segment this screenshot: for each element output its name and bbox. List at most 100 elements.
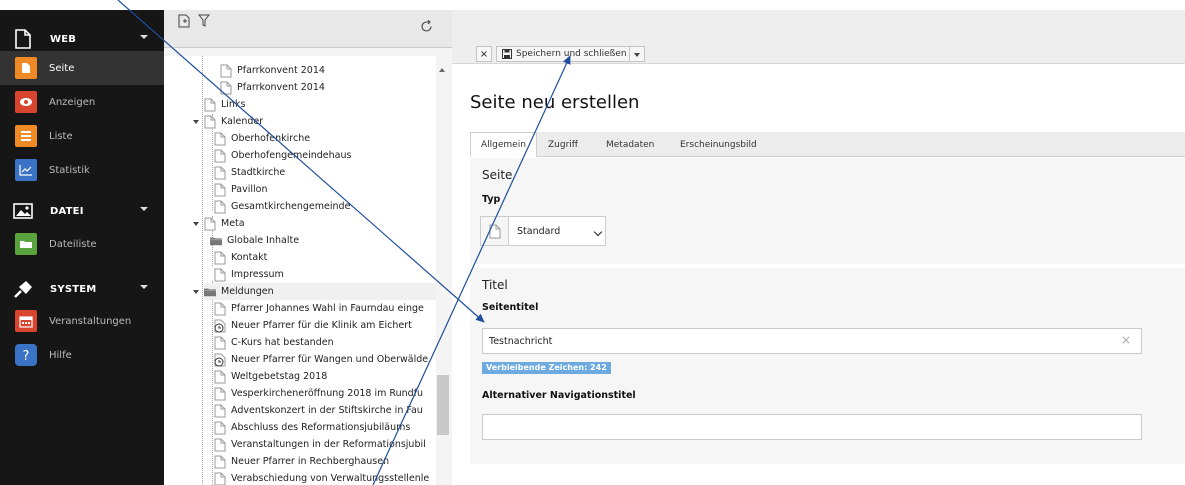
scheduled-page-icon [214, 319, 226, 332]
typ-label: Typ [482, 194, 501, 205]
page-icon [214, 166, 226, 179]
seitentitel-label: Seitentitel [482, 302, 539, 313]
filter-icon[interactable] [196, 13, 211, 28]
tree-node[interactable]: Links [204, 96, 245, 113]
eye-icon [15, 91, 37, 113]
page-icon [214, 251, 226, 264]
page-icon [214, 149, 226, 162]
tree-expand-toggle[interactable] [193, 222, 199, 226]
calendar-icon [15, 310, 37, 332]
page-icon [204, 98, 216, 111]
module-item-liste[interactable]: Liste [0, 119, 164, 153]
tree-node[interactable]: Neuer Pfarrer für Wangen und Oberwälde [214, 351, 428, 368]
chevron-down-icon [140, 207, 148, 211]
tree-node[interactable]: C-Kurs hat bestanden [214, 334, 334, 351]
refresh-icon[interactable] [419, 19, 434, 34]
module-item-seite[interactable]: Seite [0, 51, 164, 85]
module-group-datei[interactable]: DATEI [0, 194, 164, 228]
module-item-dateiliste[interactable]: Dateiliste [0, 227, 164, 261]
page-tree: Pfarrkonvent 2014 Pfarrkonvent 2014 Links K… [164, 56, 436, 485]
save-options-dropdown[interactable] [629, 46, 645, 62]
tree-node[interactable]: Weltgebetstag 2018 [214, 368, 327, 385]
navtitle-label: Alternativer Navigationstitel [482, 390, 636, 401]
chevron-down-icon [140, 285, 148, 289]
tab-allgemein[interactable]: Allgemein [470, 132, 537, 157]
help-icon: ? [15, 344, 37, 366]
list-icon [15, 125, 37, 147]
tree-scrollbar-thumb[interactable] [437, 375, 449, 435]
tree-node[interactable]: Meta [204, 215, 245, 232]
page-type-select[interactable]: Standard [480, 216, 606, 246]
page-icon [214, 472, 226, 485]
tree-node[interactable]: Oberhofenkirche [214, 130, 310, 147]
page-icon [214, 370, 226, 383]
tree-node[interactable]: Vesperkircheneröffnung 2018 im Rundfu [214, 385, 423, 402]
form-tabs: Allgemein Zugriff Metadaten Erscheinungs… [470, 132, 1185, 157]
tree-node[interactable]: Kontakt [214, 249, 267, 266]
clear-input-icon[interactable]: × [1121, 333, 1131, 347]
module-item-hilfe[interactable]: ? Hilfe [0, 338, 164, 372]
scroll-up-arrow[interactable] [439, 68, 445, 72]
chart-icon [15, 159, 37, 181]
module-menu: WEB Seite Anzeigen Liste Statistik DATEI… [0, 0, 164, 485]
page-module-icon [15, 57, 37, 79]
page-icon [214, 200, 226, 213]
tree-node[interactable]: Abschluss des Reformationsjubiläums [214, 419, 410, 436]
module-item-statistik[interactable]: Statistik [0, 153, 164, 187]
module-item-anzeigen[interactable]: Anzeigen [0, 85, 164, 119]
tree-node[interactable]: Adventskonzert in der Stiftskirche in Fa… [214, 402, 423, 419]
folder-icon [204, 288, 216, 296]
page-icon [214, 387, 226, 400]
tree-node[interactable]: Pfarrer Johannes Wahl in Faurndau einge [214, 300, 424, 317]
page-icon [204, 115, 216, 128]
tree-node[interactable]: Neuer Pfarrer für die Klinik am Eichert [214, 317, 412, 334]
remaining-characters-badge: Verbleibende Zeichen: 242 [482, 362, 611, 374]
page-icon [214, 183, 226, 196]
tab-metadaten[interactable]: Metadaten [596, 132, 664, 157]
tree-node[interactable]: Meldungen [204, 283, 436, 300]
page-icon [214, 438, 226, 451]
tree-node[interactable]: Impressum [214, 266, 284, 283]
plug-icon [12, 278, 34, 300]
save-icon [502, 49, 512, 59]
image-icon [12, 200, 34, 222]
page-icon [214, 455, 226, 468]
tree-expand-toggle[interactable] [193, 290, 199, 294]
tab-erscheinungsbild[interactable]: Erscheinungsbild [670, 132, 767, 157]
close-button[interactable]: × [476, 46, 492, 62]
tree-expand-toggle[interactable] [193, 120, 199, 124]
tab-zugriff[interactable]: Zugriff [538, 132, 588, 157]
tree-node[interactable]: Neuer Pfarrer in Rechberghausen [214, 453, 389, 470]
tree-node[interactable]: Globale Inhalte [210, 232, 299, 249]
tree-node[interactable]: Gesamtkirchengemeinde [214, 198, 350, 215]
filelist-icon [15, 233, 37, 255]
page-icon [214, 132, 226, 145]
page-icon [214, 421, 226, 434]
folder-icon [210, 237, 222, 245]
module-item-veranstaltungen[interactable]: Veranstaltungen [0, 304, 164, 338]
chevron-down-icon [593, 227, 603, 237]
module-group-system[interactable]: SYSTEM [0, 272, 164, 306]
fieldset-legend: Titel [482, 278, 508, 292]
content-area: × Speichern und schließen Seite neu erst… [452, 0, 1185, 485]
tree-node[interactable]: Veranstaltungen in der Reformationsjubil [214, 436, 426, 453]
save-and-close-button[interactable]: Speichern und schließen [496, 46, 634, 62]
new-page-icon[interactable] [177, 13, 192, 28]
tree-node[interactable]: Pfarrkonvent 2014 [220, 79, 325, 96]
page-icon [214, 336, 226, 349]
page-icon [204, 217, 216, 230]
tree-node[interactable]: Verabschiedung von Verwaltungsstellenle [214, 470, 429, 485]
tree-node[interactable]: Kalender [204, 113, 263, 130]
page-icon [12, 28, 34, 50]
fieldset-legend: Seite [482, 168, 513, 182]
nav-title-input[interactable] [482, 414, 1142, 440]
fieldset-titel: Titel Seitentitel Testnachricht × Verble… [470, 268, 1185, 464]
page-icon [214, 268, 226, 281]
scheduled-page-icon [214, 353, 226, 366]
tree-node[interactable]: Pavillon [214, 181, 268, 198]
page-icon [220, 81, 232, 94]
seitentitel-input[interactable]: Testnachricht × [482, 328, 1142, 354]
tree-node[interactable]: Stadtkirche [214, 164, 285, 181]
tree-node[interactable]: Pfarrkonvent 2014 [220, 62, 325, 79]
tree-node[interactable]: Oberhofengemeindehaus [214, 147, 351, 164]
